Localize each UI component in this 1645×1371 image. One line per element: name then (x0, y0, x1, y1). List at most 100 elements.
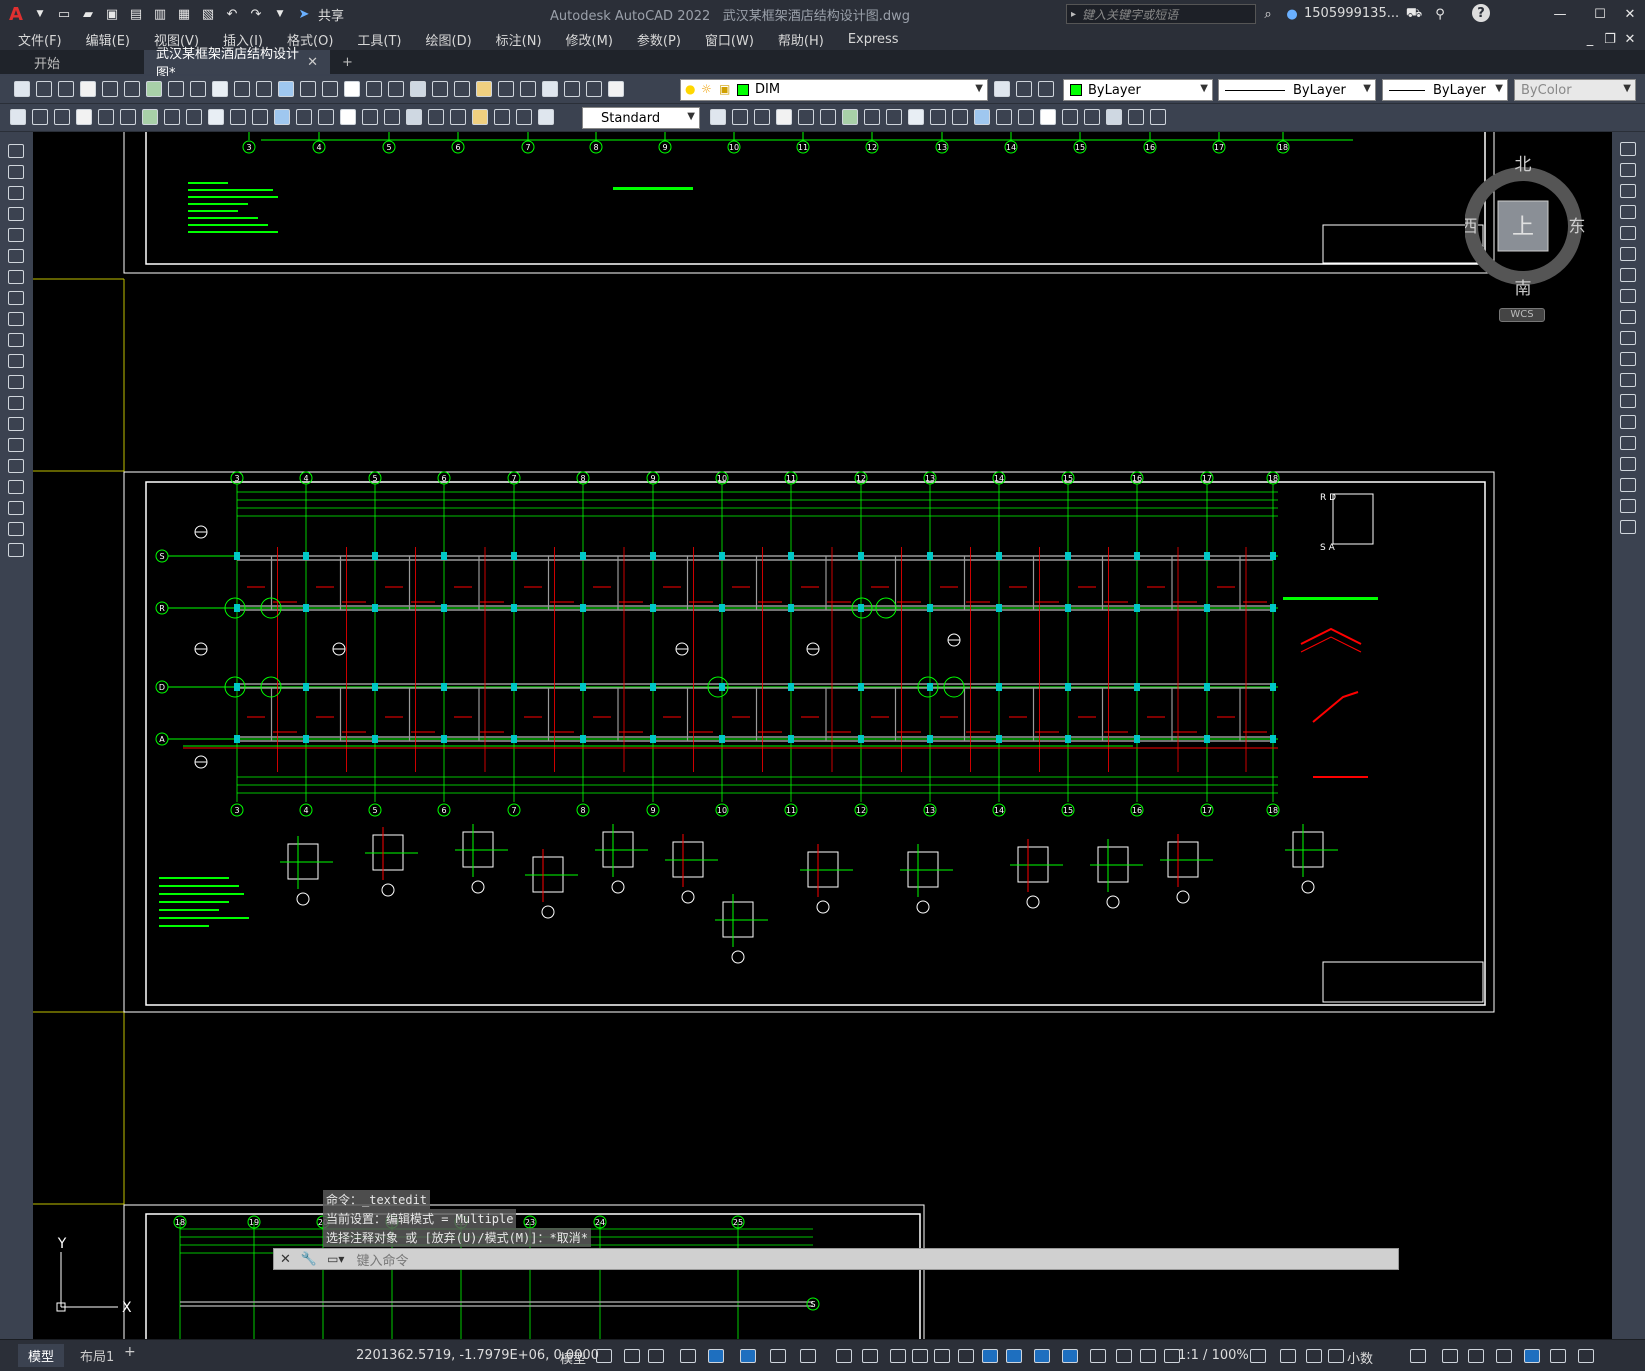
draw-tool-icon[interactable] (8, 312, 24, 326)
modify-tool-icon[interactable] (1620, 142, 1636, 156)
status-toggle-icon[interactable] (912, 1349, 928, 1363)
standard-tool-icon[interactable] (520, 81, 536, 97)
dimension-tool-icon[interactable] (32, 109, 48, 125)
modify-tool-icon[interactable] (1620, 457, 1636, 471)
layer-tool-icon[interactable] (1016, 81, 1032, 97)
compass-north[interactable]: 北 (1515, 155, 1532, 175)
search-input[interactable]: 键入关键字或短语 (1076, 6, 1178, 23)
standard-tool-icon[interactable] (212, 81, 228, 97)
layer-tool-icon[interactable] (1038, 81, 1054, 97)
modify-tool-icon[interactable] (776, 109, 792, 125)
standard-tool-icon[interactable] (322, 81, 338, 97)
standard-tool-icon[interactable] (410, 81, 426, 97)
textstyle-dropdown[interactable]: Standard ▼ (582, 107, 700, 129)
status-toggle-icon[interactable] (1468, 1349, 1484, 1363)
command-prompt-icon[interactable]: ▭▾ (321, 1252, 350, 1266)
dimension-tool-icon[interactable] (186, 109, 202, 125)
standard-tool-icon[interactable] (586, 81, 602, 97)
customize-arrow-icon[interactable]: ▼ (270, 4, 290, 24)
status-toggle-icon[interactable] (648, 1349, 664, 1363)
save-as-icon[interactable]: ▤ (126, 4, 146, 24)
menu-modify[interactable]: 修改(M) (554, 30, 625, 49)
app-logo-icon[interactable]: A (6, 4, 26, 25)
status-toggle-icon[interactable] (1140, 1349, 1156, 1363)
wrench-icon[interactable]: 🔧 (297, 1252, 321, 1267)
dimension-tool-icon[interactable] (230, 109, 246, 125)
share-icon[interactable]: ➤ (294, 4, 314, 24)
search-expand-icon[interactable]: ▸ (1067, 9, 1076, 20)
standard-tool-icon[interactable] (80, 81, 96, 97)
search-icon[interactable]: ⌕ (1258, 4, 1278, 24)
command-line[interactable]: ✕ 🔧 ▭▾ 键入命令 (273, 1248, 1399, 1270)
modify-tool-icon[interactable] (754, 109, 770, 125)
draw-tool-icon[interactable] (8, 501, 24, 515)
modify-tool-icon[interactable] (1620, 247, 1636, 261)
menu-window[interactable]: 窗口(W) (693, 30, 766, 49)
modify-tool-icon[interactable] (1084, 109, 1100, 125)
modify-tool-icon[interactable] (1620, 226, 1636, 240)
dimension-tool-icon[interactable] (164, 109, 180, 125)
menu-parametric[interactable]: 参数(P) (625, 30, 693, 49)
compass-south[interactable]: 南 (1515, 279, 1532, 299)
compass-west[interactable]: 西 (1461, 217, 1478, 237)
standard-tool-icon[interactable] (234, 81, 250, 97)
command-input[interactable]: 键入命令 (350, 1250, 408, 1269)
standard-tool-icon[interactable] (366, 81, 382, 97)
new-file-icon[interactable]: ▭ (54, 4, 74, 24)
redo-icon[interactable]: ↷ (246, 4, 266, 24)
new-tab-button[interactable]: + (330, 50, 365, 74)
modify-tool-icon[interactable] (930, 109, 946, 125)
doc-minimize-icon[interactable]: _ (1580, 29, 1600, 49)
standard-tool-icon[interactable] (476, 81, 492, 97)
dimension-tool-icon[interactable] (538, 109, 554, 125)
modify-tool-icon[interactable] (1620, 415, 1636, 429)
modify-tool-icon[interactable] (908, 109, 924, 125)
dimension-tool-icon[interactable] (362, 109, 378, 125)
draw-tool-icon[interactable] (8, 165, 24, 179)
viewcube[interactable]: 上 北 南 东 西 WCS (1461, 150, 1595, 322)
status-toggle-icon[interactable] (1442, 1349, 1458, 1363)
status-toggle-icon[interactable] (1524, 1349, 1540, 1363)
modify-tool-icon[interactable] (1150, 109, 1166, 125)
viewcube-svg[interactable]: 上 北 南 东 西 (1461, 150, 1595, 320)
modify-tool-icon[interactable] (1040, 109, 1056, 125)
dimension-tool-icon[interactable] (340, 109, 356, 125)
draw-tool-icon[interactable] (8, 543, 24, 557)
maximize-icon[interactable]: ☐ (1590, 4, 1610, 24)
standard-tool-icon[interactable] (432, 81, 448, 97)
draw-tool-icon[interactable] (8, 333, 24, 347)
modify-tool-icon[interactable] (820, 109, 836, 125)
status-toggle-icon[interactable] (958, 1349, 974, 1363)
standard-tool-icon[interactable] (256, 81, 272, 97)
standard-tool-icon[interactable] (124, 81, 140, 97)
modify-tool-icon[interactable] (1018, 109, 1034, 125)
drawing-canvas[interactable]: 3 4 5 6 7 8 9 10 11 12 13 14 15 16 17 18 3 3 4 4 5 5 6 6 7 7 8 8 9 9… (33, 132, 1612, 1339)
dimension-tool-icon[interactable] (428, 109, 444, 125)
modify-tool-icon[interactable] (1106, 109, 1122, 125)
draw-tool-icon[interactable] (8, 354, 24, 368)
tab-model[interactable]: 模型 (18, 1344, 65, 1367)
dimension-tool-icon[interactable] (450, 109, 466, 125)
modify-tool-icon[interactable] (1620, 268, 1636, 282)
modify-tool-icon[interactable] (864, 109, 880, 125)
dimension-tool-icon[interactable] (494, 109, 510, 125)
undo-icon[interactable]: ↶ (222, 4, 242, 24)
modify-tool-icon[interactable] (1620, 394, 1636, 408)
cart-icon[interactable]: ⛟ (1404, 4, 1424, 24)
modify-tool-icon[interactable] (1128, 109, 1144, 125)
standard-tool-icon[interactable] (344, 81, 360, 97)
modify-tool-icon[interactable] (886, 109, 902, 125)
lineweight-dropdown[interactable]: ByLayer ▼ (1382, 79, 1508, 101)
share-label[interactable]: 共享 (318, 5, 344, 24)
draw-tool-icon[interactable] (8, 417, 24, 431)
draw-tool-icon[interactable] (8, 522, 24, 536)
dimension-tool-icon[interactable] (142, 109, 158, 125)
menu-express[interactable]: Express (836, 32, 911, 47)
draw-tool-icon[interactable] (8, 144, 24, 158)
menu-edit[interactable]: 编辑(E) (74, 30, 142, 49)
status-toggle-icon[interactable] (1578, 1349, 1594, 1363)
doc-close-icon[interactable]: ✕ (1620, 29, 1640, 49)
standard-tool-icon[interactable] (454, 81, 470, 97)
modify-tool-icon[interactable] (1620, 289, 1636, 303)
save-icon[interactable]: ▣ (102, 4, 122, 24)
